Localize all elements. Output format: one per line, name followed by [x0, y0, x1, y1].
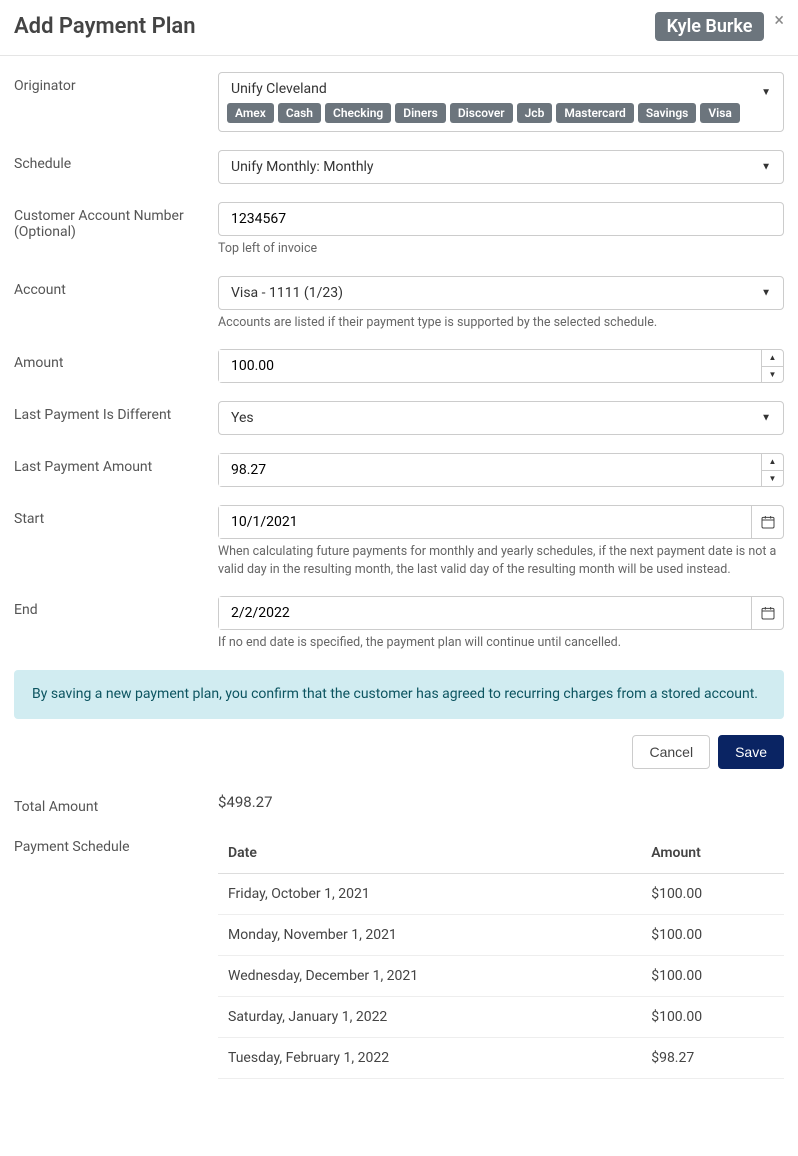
table-header-amount: Amount	[641, 833, 784, 874]
table-row: Saturday, January 1, 2022$100.00	[218, 996, 784, 1037]
payment-type-badge: Checking	[325, 103, 391, 123]
schedule-select[interactable]: Unify Monthly: Monthly ▼	[218, 150, 784, 184]
caret-down-icon: ▼	[761, 287, 771, 298]
last-diff-label: Last Payment Is Different	[14, 401, 218, 435]
spinner-down-icon[interactable]: ▼	[762, 367, 783, 383]
table-cell-amount: $100.00	[641, 955, 784, 996]
last-diff-row: Last Payment Is Different Yes ▼	[14, 401, 784, 435]
table-cell-amount: $98.27	[641, 1037, 784, 1078]
table-header-date: Date	[218, 833, 641, 874]
table-cell-date: Tuesday, February 1, 2022	[218, 1037, 641, 1078]
button-row: Cancel Save	[14, 735, 784, 769]
payment-type-badge: Diners	[395, 103, 446, 123]
customer-account-row: Customer Account Number (Optional) Top l…	[14, 202, 784, 258]
payment-type-badge: Visa	[700, 103, 740, 123]
last-amount-input[interactable]	[219, 454, 761, 486]
originator-select[interactable]: Unify Cleveland AmexCashCheckingDinersDi…	[218, 72, 784, 132]
payment-schedule-table: Date Amount Friday, October 1, 2021$100.…	[218, 833, 784, 1079]
table-cell-amount: $100.00	[641, 996, 784, 1037]
originator-row: Originator Unify Cleveland AmexCashCheck…	[14, 72, 784, 132]
amount-label: Amount	[14, 349, 218, 383]
page-title: Add Payment Plan	[14, 14, 196, 39]
originator-value: Unify Cleveland	[227, 81, 753, 103]
save-button[interactable]: Save	[718, 735, 784, 769]
account-row: Account Visa - 1111 (1/23) ▼ Accounts ar…	[14, 276, 784, 332]
payment-type-badge: Savings	[638, 103, 697, 123]
table-cell-date: Wednesday, December 1, 2021	[218, 955, 641, 996]
payment-type-badge: Discover	[450, 103, 513, 123]
last-amount-input-wrap: ▲ ▼	[218, 453, 784, 487]
consent-alert: By saving a new payment plan, you confir…	[14, 670, 784, 719]
caret-down-icon: ▼	[761, 162, 771, 173]
customer-account-helper: Top left of invoice	[218, 240, 784, 258]
calendar-icon[interactable]	[751, 506, 783, 538]
payment-type-badge: Mastercard	[556, 103, 633, 123]
customer-account-input-wrap	[218, 202, 784, 236]
table-cell-date: Friday, October 1, 2021	[218, 873, 641, 914]
schedule-table-row: Payment Schedule Date Amount Friday, Oct…	[14, 833, 784, 1079]
customer-account-label: Customer Account Number (Optional)	[14, 202, 218, 258]
start-label: Start	[14, 505, 218, 578]
end-row: End If no end date is specified, the pay…	[14, 596, 784, 652]
user-badge: Kyle Burke	[655, 12, 765, 41]
schedule-table-label: Payment Schedule	[14, 833, 218, 1079]
originator-badges: AmexCashCheckingDinersDiscoverJcbMasterc…	[227, 103, 753, 123]
calendar-icon[interactable]	[751, 597, 783, 629]
start-input-wrap	[218, 505, 784, 539]
header-right: Kyle Burke ×	[655, 12, 784, 41]
table-row: Monday, November 1, 2021$100.00	[218, 914, 784, 955]
caret-down-icon: ▼	[761, 87, 771, 98]
total-row: Total Amount $498.27	[14, 793, 784, 815]
last-amount-spinner: ▲ ▼	[761, 454, 783, 486]
end-input-wrap	[218, 596, 784, 630]
last-amount-row: Last Payment Amount ▲ ▼	[14, 453, 784, 487]
table-cell-amount: $100.00	[641, 873, 784, 914]
total-label: Total Amount	[14, 793, 218, 815]
amount-input[interactable]	[219, 350, 761, 382]
last-diff-select[interactable]: Yes ▼	[218, 401, 784, 435]
payment-type-badge: Cash	[278, 103, 321, 123]
schedule-value: Unify Monthly: Monthly	[231, 159, 374, 175]
form-body: Originator Unify Cleveland AmexCashCheck…	[0, 56, 798, 1093]
table-row: Tuesday, February 1, 2022$98.27	[218, 1037, 784, 1078]
end-input[interactable]	[219, 597, 751, 629]
originator-label: Originator	[14, 72, 218, 132]
account-helper: Accounts are listed if their payment typ…	[218, 314, 784, 332]
amount-row: Amount ▲ ▼	[14, 349, 784, 383]
customer-account-input[interactable]	[219, 203, 783, 235]
payment-type-badge: Amex	[227, 103, 274, 123]
table-cell-amount: $100.00	[641, 914, 784, 955]
table-cell-date: Saturday, January 1, 2022	[218, 996, 641, 1037]
schedule-row: Schedule Unify Monthly: Monthly ▼	[14, 150, 784, 184]
caret-down-icon: ▼	[761, 413, 771, 424]
payment-type-badge: Jcb	[517, 103, 553, 123]
start-row: Start When calculating future payments f…	[14, 505, 784, 578]
end-label: End	[14, 596, 218, 652]
account-value: Visa - 1111 (1/23)	[231, 285, 343, 301]
dialog-header: Add Payment Plan Kyle Burke ×	[0, 0, 798, 56]
table-row: Friday, October 1, 2021$100.00	[218, 873, 784, 914]
spinner-up-icon[interactable]: ▲	[762, 454, 783, 471]
account-label: Account	[14, 276, 218, 332]
start-helper: When calculating future payments for mon…	[218, 543, 784, 578]
end-helper: If no end date is specified, the payment…	[218, 634, 784, 652]
schedule-label: Schedule	[14, 150, 218, 184]
table-row: Wednesday, December 1, 2021$100.00	[218, 955, 784, 996]
account-select[interactable]: Visa - 1111 (1/23) ▼	[218, 276, 784, 310]
table-cell-date: Monday, November 1, 2021	[218, 914, 641, 955]
cancel-button[interactable]: Cancel	[632, 735, 710, 769]
spinner-down-icon[interactable]: ▼	[762, 471, 783, 487]
total-value: $498.27	[218, 793, 273, 815]
amount-input-wrap: ▲ ▼	[218, 349, 784, 383]
last-diff-value: Yes	[231, 410, 254, 426]
spinner-up-icon[interactable]: ▲	[762, 350, 783, 367]
amount-spinner: ▲ ▼	[761, 350, 783, 382]
start-input[interactable]	[219, 506, 751, 538]
close-icon[interactable]: ×	[774, 12, 784, 30]
last-amount-label: Last Payment Amount	[14, 453, 218, 487]
